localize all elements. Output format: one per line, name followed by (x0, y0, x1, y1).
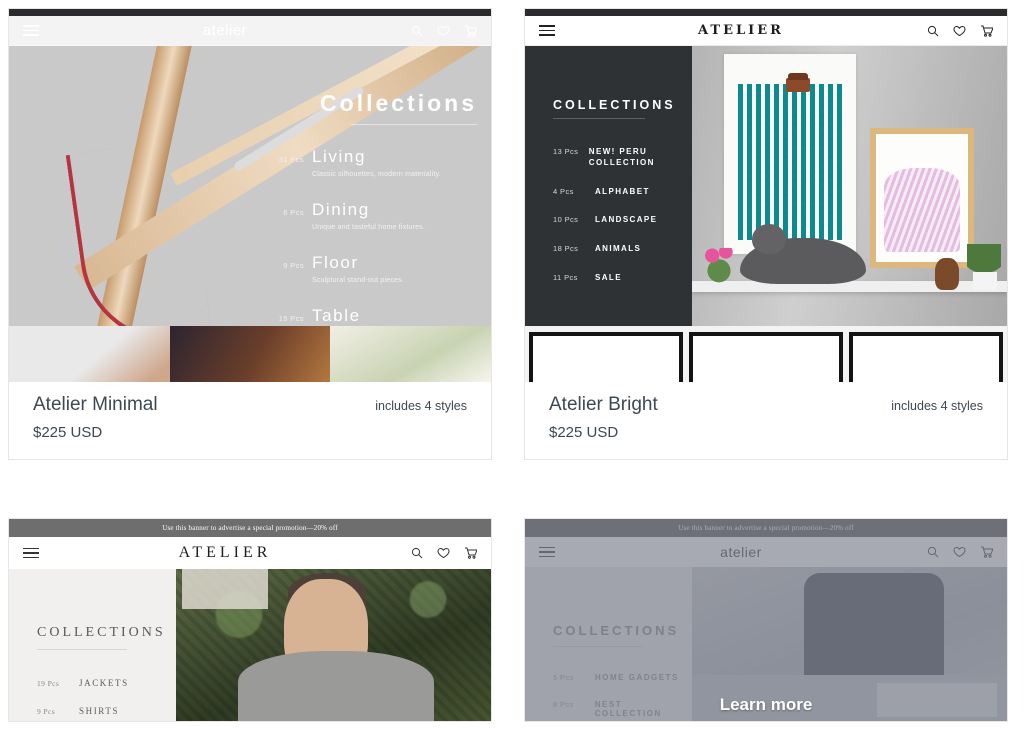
item-count: 9 Pcs (283, 261, 304, 270)
theme-card-atelier-bright[interactable]: ATELIER COLLECTIONS 13 Pcs NEW! PERU COLL… (524, 8, 1008, 460)
theme-card-atelier-serif[interactable]: Use this banner to advertise a special p… (8, 518, 492, 722)
theme-styles: includes 4 styles (375, 399, 467, 413)
shop-header: ATELIER (9, 537, 491, 569)
shop-logo[interactable]: atelier (39, 22, 411, 39)
collections-panel: COLLECTIONS 19 PcsJACKETS 9 PcsSHIRTS 6 … (9, 569, 176, 721)
item-count: 31 Pcs (278, 155, 304, 164)
collections-title: COLLECTIONS (553, 98, 676, 112)
collection-item[interactable]: 31 Pcs Living Classic silhouettes, modern… (256, 147, 477, 178)
theme-styles: includes 4 styles (891, 399, 983, 413)
heart-icon[interactable] (437, 25, 450, 37)
item-description: Classic silhouettes, modern materiality. (312, 171, 441, 178)
cutoff-banner-bar (9, 9, 491, 16)
shop-logo[interactable]: ATELIER (39, 544, 411, 562)
hamburger-menu-icon[interactable] (23, 547, 39, 559)
thumbnail[interactable] (529, 332, 683, 382)
cart-icon[interactable] (464, 547, 477, 559)
heart-icon[interactable] (437, 547, 450, 559)
promo-banner[interactable]: Use this banner to advertise a special p… (9, 519, 491, 537)
hero-section: COLLECTIONS 13 Pcs NEW! PERU COLLECTION 4… (525, 46, 1007, 326)
collection-item[interactable]: 15 PcsTable Illumination without limitat… (256, 306, 477, 326)
theme-name: Atelier Bright (549, 394, 658, 415)
thumbnail[interactable] (9, 326, 170, 382)
collections-title: COLLECTIONS (37, 625, 166, 640)
collection-item[interactable]: 6 Pcs Dining Unique and tasteful home fix… (256, 200, 477, 231)
thumbnail[interactable] (330, 326, 491, 382)
item-name: LANDSCAPE (595, 215, 658, 225)
item-count: 11 Pcs (553, 272, 578, 282)
item-name: JACKETS (79, 678, 129, 688)
collections-panel: Collections 31 Pcs Living Classic silhoue… (256, 46, 491, 326)
thumbnail[interactable] (689, 332, 843, 382)
theme-gallery-grid: atelier Collections 31 Pcs Living Classic… (0, 0, 1024, 730)
title-rule (553, 118, 645, 119)
title-rule (37, 649, 127, 650)
hero-section: Collections 31 Pcs Living Classic silhoue… (9, 46, 491, 326)
thumbnail[interactable] (849, 332, 1003, 382)
hover-overlay[interactable]: Learn more (525, 519, 1007, 721)
header-icon-group (411, 25, 477, 37)
theme-info: Atelier Minimal includes 4 styles $225 U… (9, 382, 491, 459)
thumbnail[interactable] (169, 326, 331, 382)
theme-price: $225 USD (33, 424, 103, 441)
collection-item[interactable]: 19 Pcs JACKETS (37, 678, 176, 688)
title-rule (351, 124, 477, 125)
cutoff-banner-bar (525, 9, 1007, 16)
hero-photo-man-sweater (176, 569, 491, 721)
collection-item[interactable]: 10 Pcs LANDSCAPE (553, 215, 692, 226)
header-icon-group (411, 547, 477, 559)
item-count: 9 Pcs (37, 707, 56, 716)
hamburger-menu-icon[interactable] (539, 25, 555, 36)
item-count: 4 Pcs (553, 186, 574, 196)
theme-card-atelier-minimal[interactable]: atelier Collections 31 Pcs Living Classic… (8, 8, 492, 460)
item-name: ALPHABET (595, 186, 650, 196)
shop-header: ATELIER (525, 16, 1007, 46)
search-icon[interactable] (411, 547, 423, 559)
cart-icon[interactable] (464, 25, 477, 37)
item-name: Table (312, 306, 361, 325)
header-icon-group (927, 25, 993, 37)
thumbnail-strip (525, 326, 1007, 382)
collection-item[interactable]: 18 Pcs ANIMALS (553, 244, 692, 255)
item-name: Living (312, 147, 367, 166)
collections-panel: COLLECTIONS 13 Pcs NEW! PERU COLLECTION 4… (525, 46, 692, 326)
item-count: 13 Pcs (553, 147, 579, 156)
item-name: NEW! PERU COLLECTION (588, 147, 655, 167)
heart-icon[interactable] (953, 25, 966, 37)
item-count: 10 Pcs (553, 215, 579, 225)
item-description: Unique and tasteful home fixtures. (312, 224, 426, 231)
collection-item[interactable]: 9 Pcs SHIRTS (37, 706, 176, 716)
theme-name: Atelier Minimal (33, 394, 158, 415)
item-name: SHIRTS (79, 706, 120, 716)
item-count: 18 Pcs (553, 244, 579, 254)
collection-item[interactable]: 9 Pcs Floor Sculptural stand-out pieces. (256, 253, 477, 284)
shop-header: atelier (9, 16, 491, 46)
item-count: 19 Pcs (37, 679, 60, 688)
item-description: Sculptural stand-out pieces. (312, 277, 404, 284)
search-icon[interactable] (411, 25, 423, 37)
learn-more-button[interactable]: Learn more (720, 695, 813, 715)
theme-card-atelier-tech[interactable]: Use this banner to advertise a special p… (524, 518, 1008, 722)
item-name: Floor (312, 253, 359, 272)
hero-photo-art-prints (692, 46, 1007, 326)
collections-title: Collections (320, 90, 477, 116)
theme-price: $225 USD (549, 424, 619, 441)
hero-section: COLLECTIONS 19 PcsJACKETS 9 PcsSHIRTS 6 … (9, 569, 491, 721)
item-count: 6 Pcs (283, 208, 304, 217)
item-count: 15 Pcs (278, 314, 304, 323)
item-name: Dining (312, 200, 370, 219)
item-name: SALE (595, 272, 622, 282)
cart-icon[interactable] (980, 25, 993, 37)
thumbnail-strip (9, 326, 491, 382)
hamburger-menu-icon[interactable] (23, 25, 39, 36)
item-name: ANIMALS (595, 244, 642, 254)
shop-logo[interactable]: ATELIER (555, 23, 927, 38)
collection-item[interactable]: 11 Pcs SALE (553, 273, 692, 284)
search-icon[interactable] (927, 25, 939, 37)
theme-info: Atelier Bright includes 4 styles $225 US… (525, 382, 1007, 459)
collection-item[interactable]: 4 Pcs ALPHABET (553, 187, 692, 198)
collection-item[interactable]: 13 Pcs NEW! PERU COLLECTION (553, 147, 692, 169)
